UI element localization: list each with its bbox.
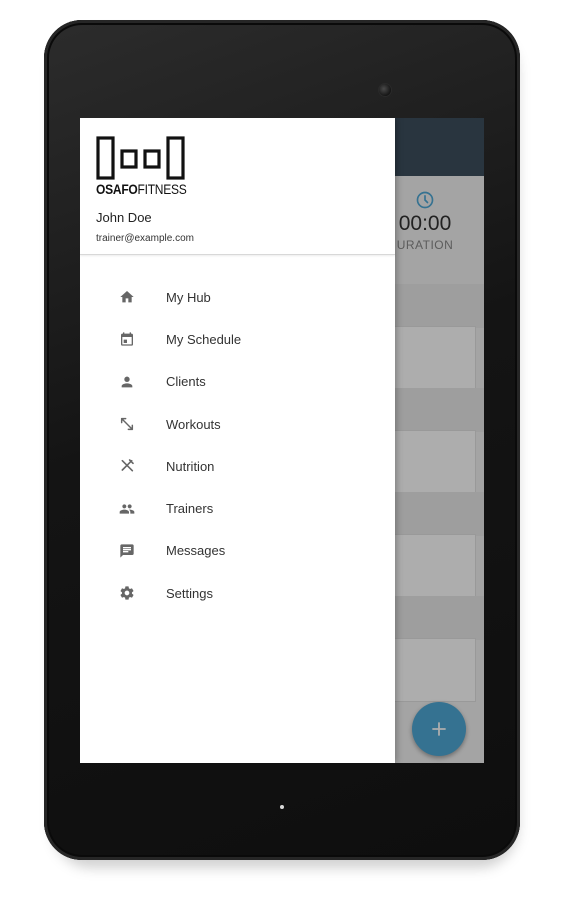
menu-item-settings[interactable]: Settings [80, 572, 395, 614]
gear-icon [118, 584, 136, 602]
menu-item-label: Nutrition [166, 458, 215, 474]
menu-item-my-schedule[interactable]: My Schedule [80, 318, 395, 360]
menu-item-trainers[interactable]: Trainers [80, 487, 395, 529]
menu-item-clients[interactable]: Clients [80, 361, 395, 403]
expand-arrows-icon [118, 415, 136, 433]
front-camera [379, 84, 391, 96]
home-icon [118, 288, 136, 306]
person-icon [118, 373, 136, 391]
menu-item-my-hub[interactable]: My Hub [80, 276, 395, 318]
brand-name-bold: OSAFO [96, 181, 138, 197]
brand-name-light: FITNESS [137, 181, 187, 197]
home-indicator-dot [280, 805, 284, 809]
people-icon [118, 500, 136, 518]
menu-item-label: Workouts [166, 416, 221, 432]
fork-knife-icon [118, 457, 136, 475]
menu-item-nutrition[interactable]: Nutrition [80, 445, 395, 487]
menu-item-label: Clients [166, 374, 206, 390]
drawer-header: OSAFOFITNESS John Doe trainer@example.co… [80, 118, 395, 255]
menu-item-messages[interactable]: Messages [80, 530, 395, 572]
menu-item-label: Trainers [166, 501, 214, 517]
menu-item-label: My Hub [166, 289, 211, 305]
drawer-menu: My Hub My Schedule Clients Workouts Nutr… [80, 276, 395, 614]
brand-logo-icon [96, 136, 185, 180]
menu-item-label: Messages [166, 543, 226, 559]
user-name: John Doe [96, 210, 152, 225]
menu-item-workouts[interactable]: Workouts [80, 403, 395, 445]
calendar-icon [118, 330, 136, 348]
menu-item-label: My Schedule [166, 331, 242, 347]
screen: 00:00 URATION OSAFOFITNESS John Doe trai… [80, 118, 484, 763]
menu-item-label: Settings [166, 585, 213, 601]
brand-wordmark: OSAFOFITNESS [96, 181, 187, 197]
navigation-drawer: OSAFOFITNESS John Doe trainer@example.co… [80, 118, 395, 763]
user-email: trainer@example.com [96, 233, 194, 244]
chat-icon [118, 542, 136, 560]
